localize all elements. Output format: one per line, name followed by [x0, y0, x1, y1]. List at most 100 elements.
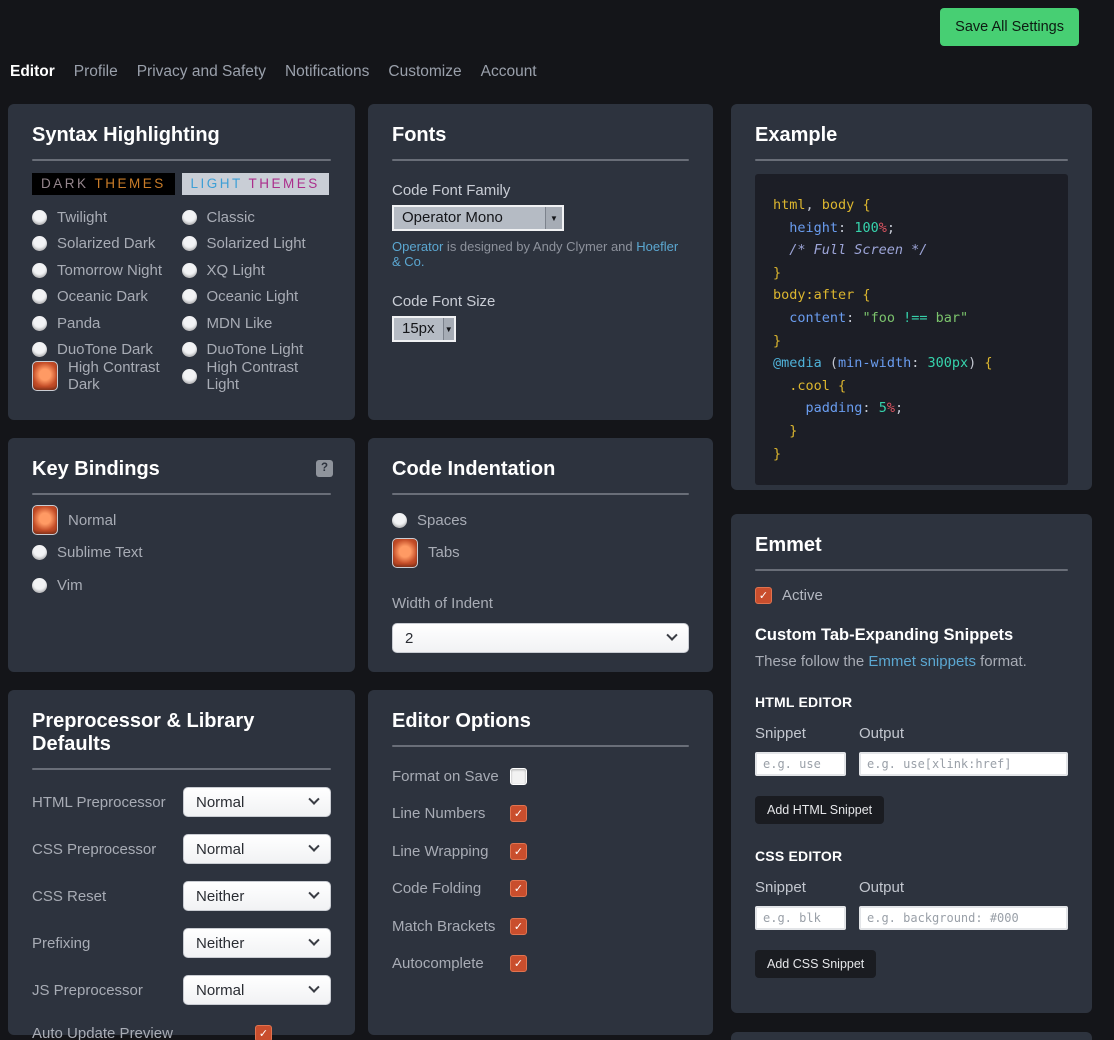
- css-preprocessor-select[interactable]: Normal: [183, 834, 331, 864]
- output-label: Output: [859, 725, 904, 742]
- editor-options-rows: Format on SaveLine Numbers✓Line Wrapping…: [392, 768, 689, 973]
- code-indentation-panel: Code Indentation SpacesTabs Width of Ind…: [368, 438, 713, 672]
- light-theme-option[interactable]: Classic: [182, 204, 332, 231]
- code-font-size-select[interactable]: 15px ▼: [392, 316, 456, 342]
- dark-theme-option[interactable]: Oceanic Dark: [32, 284, 182, 311]
- dark-theme-option[interactable]: High Contrast Dark: [32, 363, 182, 390]
- prefixing-label: Prefixing: [32, 935, 90, 952]
- light-theme-option[interactable]: XQ Light: [182, 257, 332, 284]
- light-theme-option[interactable]: Solarized Light: [182, 231, 332, 258]
- radio-unselected-icon: [182, 210, 197, 225]
- key-binding-label: Vim: [57, 577, 83, 594]
- settings-tabs: Editor Profile Privacy and Safety Notificat…: [10, 63, 537, 81]
- tab-privacy-and-safety[interactable]: Privacy and Safety: [137, 63, 266, 81]
- tab-notifications[interactable]: Notifications: [285, 63, 369, 81]
- dark-theme-option[interactable]: Solarized Dark: [32, 231, 182, 258]
- code-token: [773, 220, 789, 236]
- emmet-editor-sections: HTML EDITOR Snippet Output Add HTML Snippet…: [755, 694, 1068, 978]
- save-all-settings-button[interactable]: Save All Settings: [940, 8, 1079, 46]
- format-on-save-checkbox[interactable]: [510, 768, 527, 785]
- indentation-option[interactable]: Spaces: [392, 504, 689, 537]
- radio-unselected-icon: [32, 289, 47, 304]
- code-token: .cool: [789, 378, 830, 394]
- dark-theme-label: Panda: [57, 315, 100, 332]
- css-reset-label: CSS Reset: [32, 888, 106, 905]
- key-binding-option[interactable]: Sublime Text: [32, 537, 331, 570]
- code-token: ;: [887, 220, 895, 236]
- indentation-option[interactable]: Tabs: [392, 537, 689, 570]
- css-snippet-input[interactable]: [755, 906, 846, 930]
- light-theme-label: High Contrast Light: [207, 359, 332, 393]
- key-binding-option[interactable]: Vim: [32, 569, 331, 602]
- css-reset-select[interactable]: Neither: [183, 881, 331, 911]
- html-snippet-input[interactable]: [755, 752, 846, 776]
- code-line: /* Full Screen */: [773, 239, 1050, 262]
- code-folding-checkbox[interactable]: ✓: [510, 880, 527, 897]
- preprocessor-rows: HTML PreprocessorNormalCSS PreprocessorN…: [32, 787, 331, 1040]
- html-preprocessor-select[interactable]: Normal: [183, 787, 331, 817]
- code-token: %: [879, 220, 887, 236]
- light-theme-label: MDN Like: [207, 315, 273, 332]
- code-line: height: 100%;: [773, 217, 1050, 240]
- autocomplete-checkbox[interactable]: ✓: [510, 955, 527, 972]
- example-panel: Example html, body { height: 100%; /* Fu…: [731, 104, 1092, 490]
- code-font-family-select[interactable]: Operator Mono ▼: [392, 205, 564, 231]
- code-token: {: [984, 355, 992, 371]
- emmet-active-label: Active: [782, 587, 823, 604]
- dark-theme-option[interactable]: Tomorrow Night: [32, 257, 182, 284]
- help-icon[interactable]: ?: [316, 460, 333, 477]
- code-token: 100: [854, 220, 878, 236]
- snippet-input-row: [755, 906, 1068, 930]
- code-token: body: [822, 197, 855, 213]
- editor-options-panel: Editor Options Format on SaveLine Number…: [368, 690, 713, 1035]
- font-helper-text: Operator is designed by Andy Clymer and …: [392, 239, 689, 269]
- light-theme-option[interactable]: MDN Like: [182, 310, 332, 337]
- line-wrapping-checkbox[interactable]: ✓: [510, 843, 527, 860]
- tab-editor[interactable]: Editor: [10, 63, 55, 81]
- indentation-options: SpacesTabs: [392, 504, 689, 569]
- light-theme-label: Classic: [207, 209, 255, 226]
- add-css-snippet-button[interactable]: Add CSS Snippet: [755, 950, 876, 978]
- html-editor-heading: HTML EDITOR: [755, 694, 1068, 710]
- select-value: 2: [405, 630, 413, 647]
- dark-theme-option[interactable]: Panda: [32, 310, 182, 337]
- divider: [755, 569, 1068, 571]
- operator-link[interactable]: Operator: [392, 239, 443, 254]
- tab-profile[interactable]: Profile: [74, 63, 118, 81]
- tab-customize[interactable]: Customize: [388, 63, 461, 81]
- autocomplete-label: Autocomplete: [392, 955, 510, 972]
- badge-word: THEMES: [249, 176, 320, 191]
- js-preprocessor-row: JS PreprocessorNormal: [32, 975, 331, 1005]
- panel-title: Example: [755, 124, 1068, 147]
- css-reset-row: CSS Reset Neither: [32, 881, 331, 911]
- radio-unselected-icon: [32, 316, 47, 331]
- width-of-indent-select[interactable]: 2: [392, 623, 689, 653]
- code-token: :: [846, 310, 862, 326]
- html-output-input[interactable]: [859, 752, 1068, 776]
- radio-unselected-icon: [182, 236, 197, 251]
- key-binding-option[interactable]: Normal: [32, 504, 331, 537]
- match-brackets-checkbox[interactable]: ✓: [510, 918, 527, 935]
- panel-title: Code Indentation: [392, 458, 689, 481]
- emmet-snippets-link[interactable]: Emmet snippets: [868, 653, 976, 670]
- code-token: {: [838, 378, 846, 394]
- light-theme-option[interactable]: Oceanic Light: [182, 284, 332, 311]
- auto-update-preview-checkbox[interactable]: ✓: [255, 1025, 272, 1040]
- snippet-label: Snippet: [755, 879, 859, 896]
- tab-account[interactable]: Account: [481, 63, 537, 81]
- dark-theme-option[interactable]: Twilight: [32, 204, 182, 231]
- prefixing-select[interactable]: Neither: [183, 928, 331, 958]
- code-token: :: [862, 400, 878, 416]
- light-theme-option[interactable]: High Contrast Light: [182, 363, 332, 390]
- css-output-input[interactable]: [859, 906, 1068, 930]
- panel-title: Key Bindings: [32, 458, 331, 481]
- add-html-snippet-button[interactable]: Add HTML Snippet: [755, 796, 884, 824]
- code-font-family-label: Code Font Family: [392, 182, 689, 199]
- code-line: body:after {: [773, 284, 1050, 307]
- line-numbers-checkbox[interactable]: ✓: [510, 805, 527, 822]
- js-preprocessor-select[interactable]: Normal: [183, 975, 331, 1005]
- emmet-active-checkbox[interactable]: ✓: [755, 587, 772, 604]
- code-token: "foo: [862, 310, 903, 326]
- code-folding-label: Code Folding: [392, 880, 510, 897]
- emmet-panel: Emmet ✓ Active Custom Tab-Expanding Snip…: [731, 514, 1092, 1013]
